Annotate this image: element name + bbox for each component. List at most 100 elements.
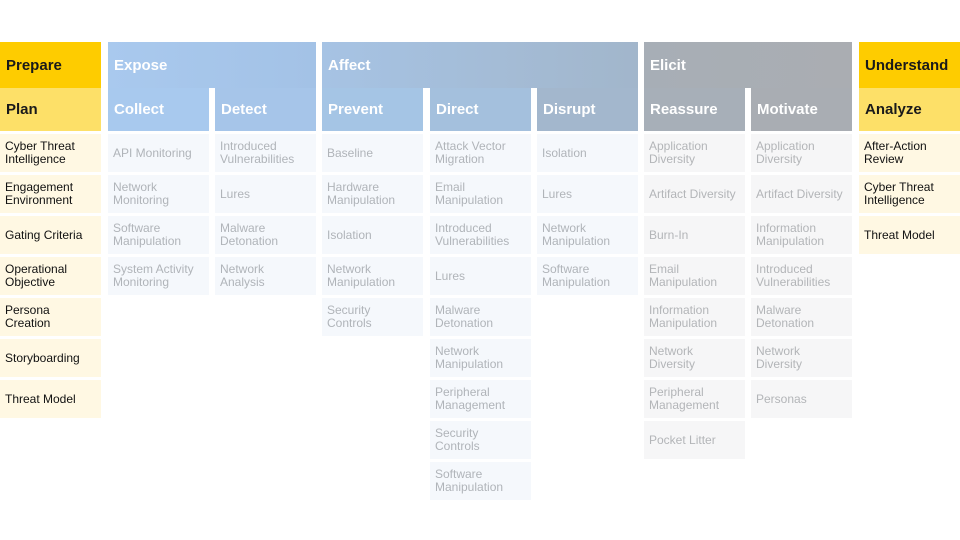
technique-item: Lures xyxy=(537,175,638,213)
technique-item: Threat Model xyxy=(0,380,101,418)
technique-item: System Activity Monitoring xyxy=(108,257,209,295)
technique-item: Isolation xyxy=(537,134,638,172)
technique-label: Reassure xyxy=(650,101,718,118)
column-direct: Attack Vector Migration Email Manipulatio… xyxy=(430,134,531,503)
technique-item-label: Software Manipulation xyxy=(435,467,504,494)
technique-item: Security Controls xyxy=(322,298,423,336)
column-analyze: After-Action Review Cyber Threat Intellig… xyxy=(859,134,960,257)
tactic-elicit: Elicit xyxy=(644,42,852,88)
technique-item-label: Network Manipulation xyxy=(327,262,396,289)
technique-item: Hardware Manipulation xyxy=(322,175,423,213)
technique-label: Prevent xyxy=(328,101,384,118)
technique-item-label: Malware Detonation xyxy=(435,303,494,330)
technique-item-label: API Monitoring xyxy=(113,145,192,160)
tactic-label: Understand xyxy=(865,56,949,74)
technique-item: Network Diversity xyxy=(644,339,745,377)
technique-item-label: Cyber Threat Intelligence xyxy=(5,139,75,166)
technique-detect: Detect xyxy=(215,88,316,131)
technique-item-label: Security Controls xyxy=(327,303,372,330)
technique-item: Lures xyxy=(215,175,316,213)
technique-item: Introduced Vulnerabilities xyxy=(751,257,852,295)
column-reassure: Application Diversity Artifact Diversity B… xyxy=(644,134,745,462)
column-collect: API Monitoring Network Monitoring Software… xyxy=(108,134,209,298)
tactic-label: Elicit xyxy=(650,56,686,74)
tactic-label: Prepare xyxy=(6,56,62,74)
technique-item: Isolation xyxy=(322,216,423,254)
technique-item-label: Introduced Vulnerabilities xyxy=(435,221,510,248)
technique-item-label: Attack Vector Migration xyxy=(435,139,506,166)
technique-item: After-Action Review xyxy=(859,134,960,172)
technique-item-label: Hardware Manipulation xyxy=(327,180,396,207)
tactic-label: Expose xyxy=(114,56,168,74)
technique-item-label: Cyber Threat Intelligence xyxy=(864,180,934,207)
technique-label: Analyze xyxy=(865,101,922,118)
tactic-prepare: Prepare xyxy=(0,42,101,88)
technique-item-label: Email Manipulation xyxy=(435,180,504,207)
technique-item: Peripheral Management xyxy=(430,380,531,418)
technique-item: Network Monitoring xyxy=(108,175,209,213)
technique-item-label: Network Manipulation xyxy=(542,221,611,248)
technique-analyze: Analyze xyxy=(859,88,960,131)
technique-item: Artifact Diversity xyxy=(644,175,745,213)
technique-item-label: Software Manipulation xyxy=(113,221,182,248)
technique-label: Direct xyxy=(436,101,479,118)
technique-item-label: Application Diversity xyxy=(756,139,815,166)
technique-item-label: Artifact Diversity xyxy=(649,186,736,201)
technique-item: Operational Objective xyxy=(0,257,101,295)
technique-item: Storyboarding xyxy=(0,339,101,377)
technique-item: Pocket Litter xyxy=(644,421,745,459)
technique-item-label: Isolation xyxy=(542,145,587,160)
column-plan: Cyber Threat Intelligence Engagement Envi… xyxy=(0,134,101,421)
technique-item-label: Security Controls xyxy=(435,426,480,453)
technique-item: Engagement Environment xyxy=(0,175,101,213)
technique-item: Threat Model xyxy=(859,216,960,254)
technique-item-label: Lures xyxy=(435,268,466,283)
technique-item-label: Network Monitoring xyxy=(113,180,170,207)
technique-item-label: Persona Creation xyxy=(5,303,51,330)
technique-label: Motivate xyxy=(757,101,818,118)
technique-item: Cyber Threat Intelligence xyxy=(859,175,960,213)
technique-item-label: After-Action Review xyxy=(864,139,927,166)
column-prevent: Baseline Hardware Manipulation Isolation Ne… xyxy=(322,134,423,339)
technique-item: Application Diversity xyxy=(644,134,745,172)
technique-item: Software Manipulation xyxy=(537,257,638,295)
technique-prevent: Prevent xyxy=(322,88,423,131)
technique-reassure: Reassure xyxy=(644,88,745,131)
technique-item-label: Baseline xyxy=(327,145,374,160)
technique-item: Information Manipulation xyxy=(644,298,745,336)
technique-item: Introduced Vulnerabilities xyxy=(215,134,316,172)
technique-item-label: Storyboarding xyxy=(5,350,80,365)
technique-item-label: Personas xyxy=(756,391,807,406)
technique-item-label: Lures xyxy=(542,186,573,201)
technique-item: Gating Criteria xyxy=(0,216,101,254)
technique-item-label: Engagement Environment xyxy=(5,180,74,207)
technique-item: Peripheral Management xyxy=(644,380,745,418)
technique-item-label: Artifact Diversity xyxy=(756,186,843,201)
technique-item-label: Gating Criteria xyxy=(5,227,83,242)
technique-item: Lures xyxy=(430,257,531,295)
tactic-expose: Expose xyxy=(108,42,316,88)
technique-item-label: Network Diversity xyxy=(756,344,803,371)
technique-item: Network Manipulation xyxy=(537,216,638,254)
technique-item-label: Operational Objective xyxy=(5,262,68,289)
technique-item: Attack Vector Migration xyxy=(430,134,531,172)
technique-item: Cyber Threat Intelligence xyxy=(0,134,101,172)
technique-item-label: Threat Model xyxy=(5,391,76,406)
technique-item: Network Diversity xyxy=(751,339,852,377)
technique-item: Introduced Vulnerabilities xyxy=(430,216,531,254)
technique-item: Malware Detonation xyxy=(430,298,531,336)
technique-item-label: Burn-In xyxy=(649,227,689,242)
technique-item: Email Manipulation xyxy=(430,175,531,213)
technique-item-label: Information Manipulation xyxy=(649,303,718,330)
technique-item: Artifact Diversity xyxy=(751,175,852,213)
technique-label: Plan xyxy=(6,101,38,118)
technique-item-label: Network Analysis xyxy=(220,262,265,289)
technique-item: Malware Detonation xyxy=(215,216,316,254)
technique-item: Network Analysis xyxy=(215,257,316,295)
technique-item-label: Network Diversity xyxy=(649,344,696,371)
technique-item-label: Peripheral Management xyxy=(649,385,720,412)
technique-item: Baseline xyxy=(322,134,423,172)
technique-item-label: Malware Detonation xyxy=(220,221,279,248)
technique-item-label: System Activity Monitoring xyxy=(113,262,194,289)
technique-item: Network Manipulation xyxy=(322,257,423,295)
